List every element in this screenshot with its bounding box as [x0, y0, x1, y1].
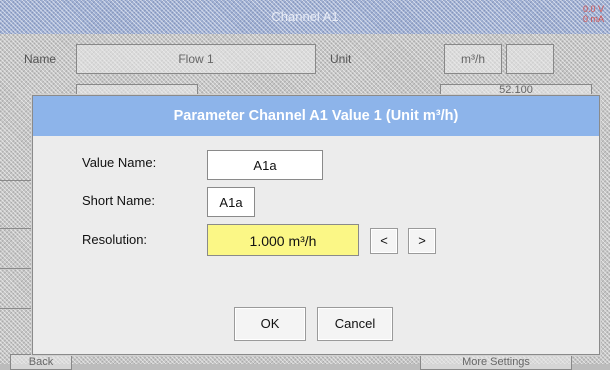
status-indicator: 0.0 V 0 mA [583, 4, 604, 24]
increase-resolution-button[interactable]: > [408, 228, 436, 254]
parameter-dialog: Parameter Channel A1 Value 1 (Unit m³/h)… [32, 95, 600, 355]
value-name-label: Value Name: [82, 155, 157, 170]
bg-divider [0, 268, 32, 269]
bg-divider [0, 180, 32, 181]
decrease-resolution-button[interactable]: < [370, 228, 398, 254]
back-button[interactable]: Back [10, 354, 72, 370]
unit-button[interactable]: m³/h [444, 44, 502, 74]
current-readout: 0 mA [582, 14, 604, 24]
short-name-field[interactable]: A1a [207, 187, 255, 217]
voltage-readout: 0.0 V [582, 4, 604, 14]
unit-label: Unit [330, 52, 352, 66]
dialog-title: Parameter Channel A1 Value 1 (Unit m³/h) [33, 96, 599, 136]
screen-title-bar: Channel A1 0.0 V 0 mA [0, 0, 610, 34]
name-label: Name [24, 52, 57, 66]
cancel-button[interactable]: Cancel [317, 307, 393, 341]
short-name-label: Short Name: [82, 193, 155, 208]
name-field[interactable]: Flow 1 [76, 44, 316, 74]
more-settings-button[interactable]: More Settings [420, 354, 572, 370]
resolution-label: Resolution: [82, 232, 148, 247]
resolution-field[interactable]: 1.000 m³/h [207, 224, 359, 256]
screen-title: Channel A1 [271, 9, 339, 24]
unit-option-button[interactable] [506, 44, 554, 74]
ok-button[interactable]: OK [234, 307, 306, 341]
value-name-field[interactable]: A1a [207, 150, 323, 180]
bg-divider [0, 308, 32, 309]
bg-divider [0, 228, 32, 229]
